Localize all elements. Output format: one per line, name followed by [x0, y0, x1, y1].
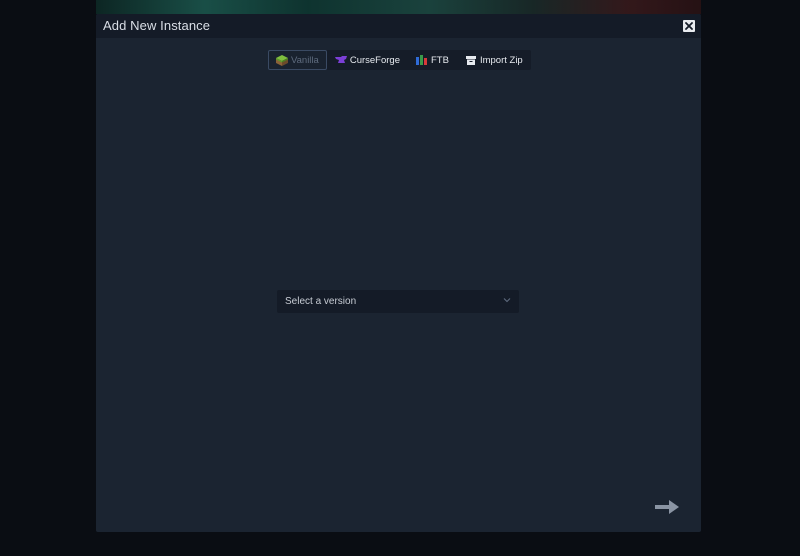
modal-header: Add New Instance	[96, 14, 701, 38]
arrow-right-icon	[655, 500, 679, 514]
modal-title: Add New Instance	[103, 18, 211, 33]
tab-import-zip[interactable]: Import Zip	[457, 50, 531, 70]
add-instance-modal: Add New Instance Vanilla CurseForge FTB …	[96, 14, 701, 532]
version-select-placeholder: Select a version	[285, 296, 357, 307]
tab-curseforge[interactable]: CurseForge	[327, 50, 408, 70]
curseforge-icon	[334, 55, 347, 65]
background-image-strip	[96, 0, 701, 14]
close-button[interactable]	[683, 20, 695, 32]
tab-import-zip-label: Import Zip	[479, 54, 523, 66]
next-arrow-button[interactable]	[655, 500, 679, 514]
tab-vanilla-label: Vanilla	[291, 54, 319, 66]
tab-ftb[interactable]: FTB	[408, 50, 457, 70]
version-select[interactable]: Select a version	[277, 290, 519, 313]
tab-vanilla[interactable]: Vanilla	[268, 50, 327, 70]
chevron-down-icon	[503, 298, 511, 303]
archive-icon	[465, 55, 477, 65]
tab-ftb-label: FTB	[431, 54, 449, 66]
ftb-icon	[416, 55, 428, 65]
close-icon	[685, 22, 693, 30]
instance-source-tabs: Vanilla CurseForge FTB Import Zip	[268, 50, 531, 70]
tab-curseforge-label: CurseForge	[349, 54, 400, 66]
grass-block-icon	[276, 54, 288, 66]
